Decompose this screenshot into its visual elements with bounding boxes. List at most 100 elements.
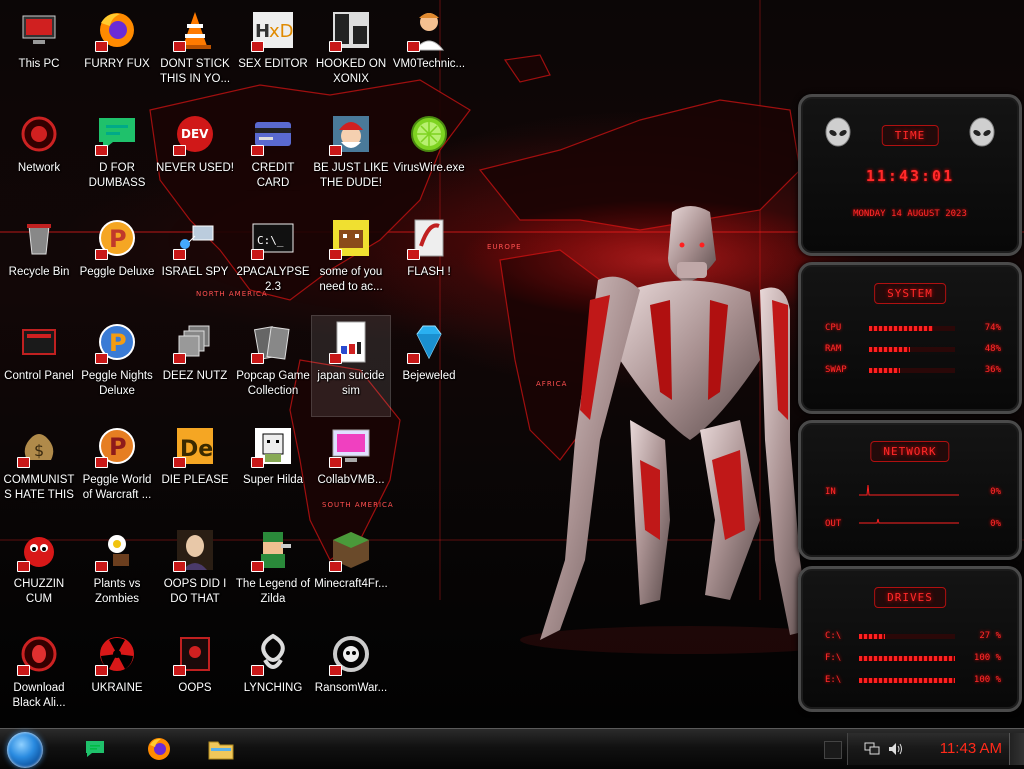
- drives-gadget[interactable]: DRIVES C:\ 27 % F:\ 100 % E:\ 100 %: [798, 566, 1022, 712]
- taskbar-file-explorer[interactable]: [206, 735, 236, 763]
- show-desktop-button[interactable]: [1009, 733, 1024, 765]
- folder-icon: [208, 741, 234, 760]
- desktop-icon[interactable]: This PC: [0, 4, 78, 104]
- desktop-icon[interactable]: $ COMMUNISTS HATE THIS G...: [0, 420, 78, 520]
- desktop-icon[interactable]: some of you need to ac...: [312, 212, 390, 312]
- shortcut-arrow-icon: [95, 353, 108, 364]
- desktop-icon[interactable]: HxD SEX EDITOR: [234, 4, 312, 104]
- desktop-icon[interactable]: Plants vs Zombies: [78, 524, 156, 624]
- svg-text:DEV: DEV: [181, 127, 209, 141]
- desktop-icon[interactable]: DEV NEVER USED!: [156, 108, 234, 208]
- desktop-icon[interactable]: ISRAEL SPY: [156, 212, 234, 312]
- desktop-icon[interactable]: De DIE PLEASE: [156, 420, 234, 520]
- desktop-icon[interactable]: VM0Technic...: [390, 4, 468, 104]
- lime-icon: [407, 112, 451, 156]
- desktop-icon[interactable]: C:\_ 2PACALYPSE 2.3: [234, 212, 312, 312]
- system-ram-bar: [869, 347, 955, 352]
- desktop-icon[interactable]: P Peggle Deluxe: [78, 212, 156, 312]
- desktop-icon-label: BE JUST LIKE THE DUDE!: [313, 162, 389, 189]
- desktop-icon[interactable]: Popcap Game Collection: [234, 316, 312, 416]
- desktop-icon[interactable]: DONT STICK THIS IN YO...: [156, 4, 234, 104]
- desktop-icon[interactable]: OOPS: [156, 628, 234, 728]
- desktop-icon[interactable]: Recycle Bin: [0, 212, 78, 312]
- desktop-icon[interactable]: BE JUST LIKE THE DUDE!: [312, 108, 390, 208]
- taskbar-chat-app[interactable]: [80, 735, 110, 763]
- system-swap-bar: [869, 368, 955, 373]
- desktop-icon-label: CREDIT CARD CHECKER: [251, 162, 295, 189]
- shortcut-arrow-icon: [329, 249, 342, 260]
- desktop-icon[interactable]: Minecraft4Fr...: [312, 524, 390, 624]
- desktop-icon[interactable]: P Peggle World of Warcraft ...: [78, 420, 156, 520]
- desktop-icon-label: Recycle Bin: [8, 266, 70, 278]
- desktop-icon-label: Network: [17, 162, 61, 174]
- desktop-icon-label: VirusWire.exe: [393, 162, 465, 174]
- desktop-icon[interactable]: UKRAINE: [78, 628, 156, 728]
- portrait-icon: [173, 528, 217, 572]
- desktop-icon[interactable]: japan suicide sim: [311, 315, 391, 417]
- desktop-icon[interactable]: FLASH !: [390, 212, 468, 312]
- shortcut-arrow-icon: [251, 41, 264, 52]
- de-icon: De: [173, 424, 217, 468]
- taskbar-firefox[interactable]: [144, 735, 174, 763]
- desktop-icon[interactable]: VirusWire.exe: [390, 108, 468, 208]
- desktop-icon-label: Popcap Game Collection: [236, 370, 310, 397]
- desktop-icon[interactable]: DEEZ NUTZ: [156, 316, 234, 416]
- peggle-icon: P: [95, 216, 139, 260]
- gadget-date: MONDAY 14 AUGUST 2023: [853, 209, 967, 219]
- desktop-icon[interactable]: Super Hilda: [234, 420, 312, 520]
- firefox-icon: [148, 738, 170, 760]
- desktop-icon-label: Bejeweled: [402, 370, 456, 382]
- desktop-icon[interactable]: Network: [0, 108, 78, 208]
- desktop-icon[interactable]: The Legend of Zilda: [234, 524, 312, 624]
- network-out-value: 0%: [990, 519, 1001, 529]
- desktop-icon-label: RansomWar...: [314, 682, 388, 694]
- desktop-icon[interactable]: D FOR DUMBASS: [78, 108, 156, 208]
- network-in-label: IN: [825, 487, 836, 497]
- taskbar-clock[interactable]: 11:43 AM: [940, 740, 1002, 757]
- desktop-icon[interactable]: P Peggle Nights Deluxe: [78, 316, 156, 416]
- desktop-icon-label: LYNCHING: [243, 682, 303, 694]
- shortcut-arrow-icon: [95, 249, 108, 260]
- alien-head-icon: [825, 117, 851, 147]
- shortcut-arrow-icon: [95, 41, 108, 52]
- desktop-icon[interactable]: Download Black Ali...: [0, 628, 78, 728]
- tray-overflow-button[interactable]: [824, 741, 842, 759]
- chat-bubble-icon: [95, 112, 139, 156]
- shortcut-arrow-icon: [251, 249, 264, 260]
- chat-bubble-icon: [86, 741, 104, 757]
- desktop-icon[interactable]: HOOKED ON XONIX: [312, 4, 390, 104]
- start-button[interactable]: [7, 732, 43, 768]
- desktop-icon[interactable]: FURRY FUX: [78, 4, 156, 104]
- desktop-icon[interactable]: OOPS DID I DO THAT: [156, 524, 234, 624]
- desktop-icon[interactable]: RansomWar...: [312, 628, 390, 728]
- network-tray-icon[interactable]: [864, 742, 880, 756]
- desktop-icon[interactable]: Control Panel: [0, 316, 78, 416]
- shortcut-arrow-icon: [173, 353, 186, 364]
- zelda-sprite-icon: [251, 528, 295, 572]
- volume-icon[interactable]: [888, 742, 904, 756]
- system-gadget[interactable]: SYSTEM CPU 74% RAM 48% SWAP 36%: [798, 262, 1022, 414]
- time-gadget[interactable]: TIME 11:43:01 MONDAY 14 AUGUST 2023: [798, 94, 1022, 256]
- desktop-icon[interactable]: CHUZZIN CUM: [0, 524, 78, 624]
- desktop-icon-label: Peggle World of Warcraft ...: [82, 474, 152, 501]
- desktop-icon-label: japan suicide sim: [317, 370, 385, 397]
- desktop-icon[interactable]: CollabVMB...: [312, 420, 390, 520]
- pixel-dog-icon: [251, 424, 295, 468]
- label-africa: AFRICA: [536, 380, 567, 388]
- shortcut-arrow-icon: [251, 457, 264, 468]
- system-cpu-label: CPU: [825, 323, 842, 333]
- desktop-icon[interactable]: CREDIT CARD CHECKER: [234, 108, 312, 208]
- desktop-icon[interactable]: LYNCHING: [234, 628, 312, 728]
- system-cpu-bar: [869, 326, 955, 331]
- network-icon: [17, 112, 61, 156]
- gem-icon: [407, 320, 451, 364]
- desktop-icon-label: Plants vs Zombies: [93, 578, 141, 605]
- desktop-icon-label: Control Panel: [4, 370, 74, 382]
- desktop-icon-label: DIE PLEASE: [161, 474, 229, 486]
- desktop-icon-label: 2PACALYPSE 2.3: [236, 266, 310, 293]
- desktop-icon[interactable]: Bejeweled: [390, 316, 468, 416]
- shortcut-arrow-icon: [329, 353, 342, 364]
- svg-text:P: P: [109, 433, 127, 461]
- drives-gadget-title: DRIVES: [874, 587, 946, 608]
- network-gadget[interactable]: NETWORK IN 0% OUT 0%: [798, 420, 1022, 560]
